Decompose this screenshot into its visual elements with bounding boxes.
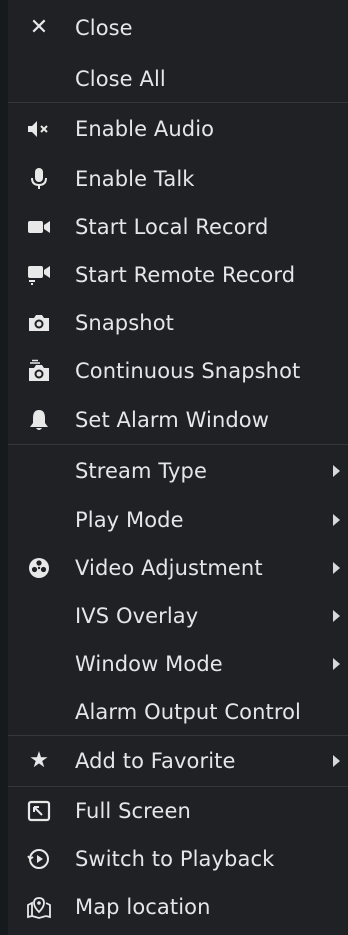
menu-item-label: Start Local Record	[75, 215, 269, 239]
menu-item-label: Set Alarm Window	[75, 407, 270, 432]
menu-item-label: Alarm Output Control	[75, 699, 301, 724]
menu-item-alarm-output-control[interactable]: Alarm Output Control	[8, 688, 348, 735]
audio-muted-icon	[26, 116, 52, 142]
submenu-arrow-icon	[333, 464, 340, 477]
menu-item-label: Map location	[75, 895, 211, 919]
menu-item-label: Continuous Snapshot	[75, 359, 301, 383]
playback-icon	[26, 846, 52, 872]
menu-item-label: Window Mode	[75, 652, 223, 676]
bell-icon	[26, 407, 52, 433]
menu-item-label: IVS Overlay	[75, 604, 199, 628]
menu-item-label: Play Mode	[75, 508, 184, 532]
menu-item-map-location[interactable]: Map location	[8, 883, 348, 931]
submenu-arrow-icon	[333, 610, 340, 622]
menu-item-start-remote-record[interactable]: Start Remote Record	[8, 251, 348, 299]
menu-item-start-local-record[interactable]: Start Local Record	[8, 203, 348, 251]
map-location-icon	[26, 894, 52, 920]
video-camera-icon	[26, 214, 52, 240]
menu-item-play-mode[interactable]: Play Mode	[8, 496, 348, 544]
menu-item-video-adjustment[interactable]: Video Adjustment	[8, 544, 348, 592]
submenu-arrow-icon	[333, 562, 340, 574]
menu-item-close[interactable]: ✕ Close	[8, 0, 348, 55]
menu-item-label: Switch to Playback	[75, 847, 275, 871]
menu-item-add-to-favorite[interactable]: ★ Add to Favorite	[8, 735, 348, 786]
menu-item-stream-type[interactable]: Stream Type	[8, 444, 348, 496]
submenu-arrow-icon	[333, 755, 340, 767]
menu-item-snapshot[interactable]: Snapshot	[8, 299, 348, 347]
fullscreen-icon	[26, 798, 52, 824]
context-menu: ✕ Close Close All Enable Audio Enable Ta…	[0, 0, 348, 935]
menu-item-label: Enable Talk	[75, 167, 195, 191]
menu-item-close-all[interactable]: Close All	[8, 55, 348, 102]
camera-icon	[26, 310, 52, 336]
menu-item-enable-talk[interactable]: Enable Talk	[8, 155, 348, 203]
menu-item-label: Close	[75, 15, 133, 40]
menu-item-label: Stream Type	[75, 458, 207, 483]
microphone-icon	[26, 166, 52, 192]
menu-item-label: Add to Favorite	[75, 749, 236, 773]
menu-item-label: Full Screen	[75, 799, 191, 823]
menu-item-label: Close All	[75, 66, 166, 91]
menu-item-label: Video Adjustment	[75, 556, 263, 580]
adjustment-icon	[26, 555, 52, 581]
continuous-camera-icon	[26, 358, 52, 384]
menu-item-ivs-overlay[interactable]: IVS Overlay	[8, 592, 348, 640]
menu-item-label: Snapshot	[75, 311, 174, 335]
menu-item-full-screen[interactable]: Full Screen	[8, 786, 348, 835]
close-icon: ✕	[29, 14, 49, 40]
menu-item-label: Start Remote Record	[75, 263, 296, 287]
star-icon: ★	[29, 748, 49, 773]
menu-item-continuous-snapshot[interactable]: Continuous Snapshot	[8, 347, 348, 395]
menu-item-switch-to-playback[interactable]: Switch to Playback	[8, 835, 348, 883]
menu-item-set-alarm-window[interactable]: Set Alarm Window	[8, 395, 348, 444]
menu-item-label: Enable Audio	[75, 117, 215, 141]
menu-item-enable-audio[interactable]: Enable Audio	[8, 102, 348, 155]
remote-record-icon	[26, 262, 52, 288]
submenu-arrow-icon	[333, 514, 340, 526]
submenu-arrow-icon	[333, 658, 340, 670]
menu-item-window-mode[interactable]: Window Mode	[8, 640, 348, 688]
